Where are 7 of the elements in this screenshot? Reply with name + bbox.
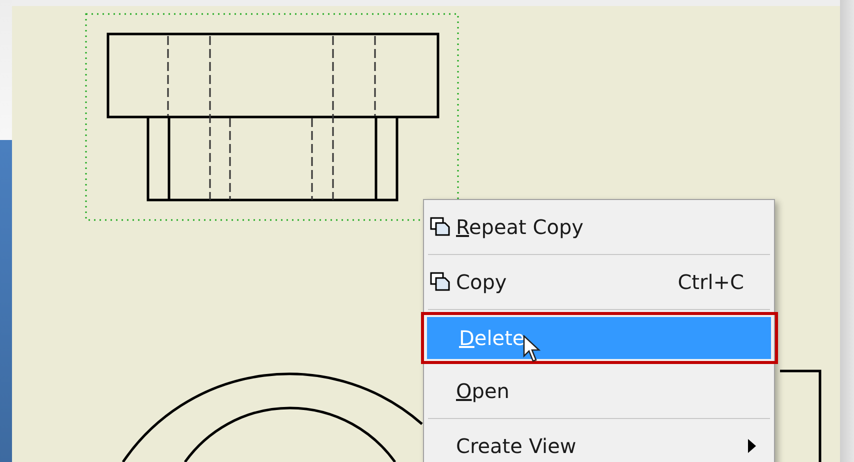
copy-icon — [430, 217, 452, 237]
copy-icon — [430, 272, 452, 292]
menu-item[interactable]: Repeat Copy — [424, 202, 774, 252]
menu-item[interactable]: Copy Ctrl+C — [424, 257, 774, 307]
menu-item[interactable]: Create View — [424, 421, 774, 462]
menu-item[interactable]: Open — [424, 366, 774, 416]
mouse-pointer-icon — [523, 335, 541, 363]
